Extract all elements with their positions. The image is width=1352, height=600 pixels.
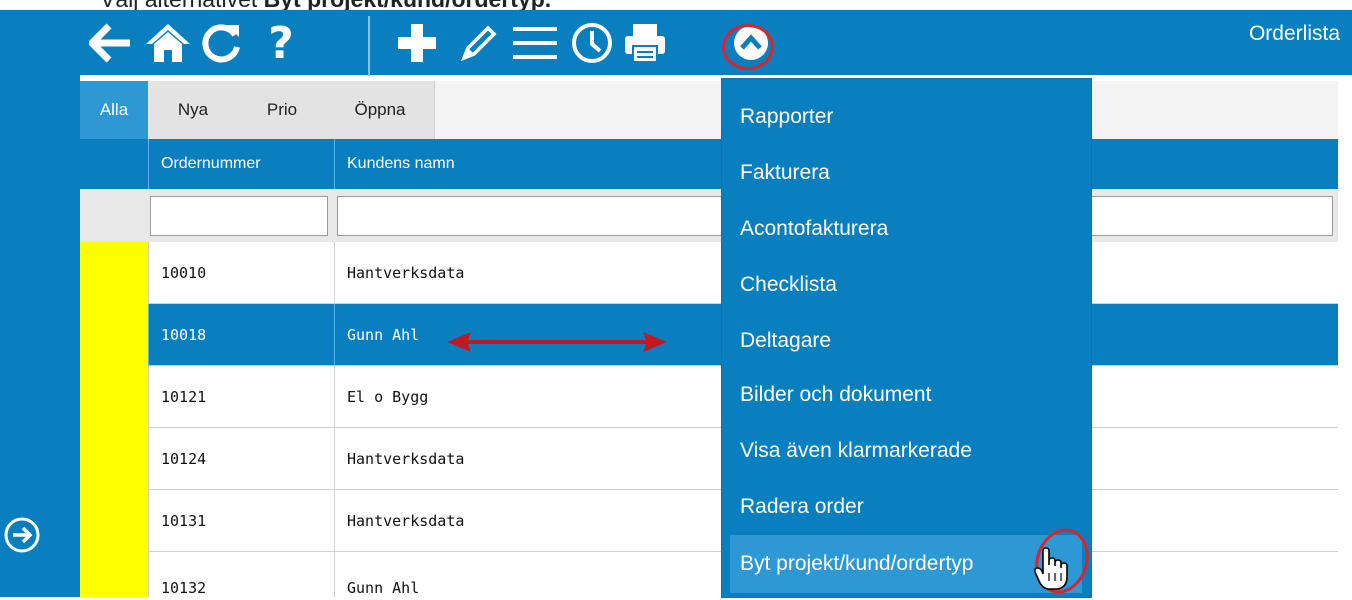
menu-item-radera-order[interactable]: Radera order: [722, 479, 1091, 535]
menu-item-acontofakturera[interactable]: Acontofakturera: [722, 201, 1091, 257]
menu-item-visa-aven-klarmarkerade[interactable]: Visa även klarmarkerade: [722, 423, 1091, 479]
toolbar: ? Orderlista: [0, 10, 1352, 76]
arrow-right-circle-icon[interactable]: [2, 515, 42, 559]
status-marker: [80, 304, 148, 366]
tab-oppna[interactable]: Öppna: [326, 81, 435, 139]
menu-item-checklista[interactable]: Checklista: [722, 257, 1091, 313]
order-number-cell: 10131: [148, 490, 334, 552]
order-number-cell: 10018: [148, 304, 334, 366]
table-row-selected[interactable]: 10018 Gunn Ahl: [80, 304, 1338, 366]
tab-prio[interactable]: Prio: [238, 81, 327, 139]
order-number-cell: 10010: [148, 242, 334, 304]
order-number-cell: 10124: [148, 428, 334, 490]
status-marker: [80, 552, 148, 597]
tab-nya[interactable]: Nya: [148, 81, 239, 139]
menu-item-deltagare[interactable]: Deltagare: [722, 313, 1091, 369]
menu-item-bilder-och-dokument[interactable]: Bilder och dokument: [722, 367, 1091, 423]
table-row[interactable]: 10131 Hantverksdata: [80, 490, 1338, 552]
menu-item-byt-projekt-kund-ordertyp[interactable]: Byt projekt/kund/ordertyp: [730, 535, 1082, 593]
annotation-circle: [722, 24, 774, 70]
filter-row: [80, 189, 1338, 242]
clock-icon[interactable]: [567, 18, 617, 68]
status-marker: [80, 242, 148, 304]
print-icon[interactable]: [620, 18, 670, 68]
hand-cursor-icon: [1034, 547, 1068, 590]
menu-item-fakturera[interactable]: Fakturera: [722, 145, 1091, 201]
instruction-caption: Välj alternativet Byt projekt/kund/order…: [100, 0, 551, 12]
tab-alla[interactable]: Alla: [80, 81, 149, 139]
back-arrow-icon[interactable]: [86, 18, 136, 68]
menu-lines-icon[interactable]: [510, 18, 560, 68]
grid-header: Ordernummer Kundens namn: [80, 139, 1338, 189]
status-marker: [80, 428, 148, 490]
annotation-double-arrow-icon: [447, 332, 667, 352]
status-marker: [80, 366, 148, 428]
refresh-icon[interactable]: [196, 18, 246, 68]
actions-dropdown-menu: Rapporter Fakturera Acontofakturera Chec…: [722, 79, 1091, 597]
order-number-cell: 10132: [148, 552, 334, 597]
menu-item-rapporter[interactable]: Rapporter: [722, 89, 1091, 145]
column-header-ordernummer[interactable]: Ordernummer: [148, 139, 334, 189]
order-number-cell: 10121: [148, 366, 334, 428]
table-row[interactable]: 10121 El o Bygg: [80, 366, 1338, 428]
tab-bar: Alla Nya Prio Öppna: [80, 81, 1338, 139]
status-marker: [80, 490, 148, 552]
toolbar-divider: [368, 16, 370, 76]
table-row[interactable]: 10132 Gunn Ahl: [80, 552, 1338, 597]
edit-pencil-icon[interactable]: [454, 18, 504, 68]
order-number-filter-input[interactable]: [150, 196, 328, 236]
table-row[interactable]: 10124 Hantverksdata: [80, 428, 1338, 490]
help-icon[interactable]: ?: [256, 18, 306, 69]
page-title: Orderlista: [1248, 22, 1340, 45]
add-icon[interactable]: [392, 18, 442, 68]
home-icon[interactable]: [143, 18, 193, 68]
table-row[interactable]: 10010 Hantverksdata: [80, 242, 1338, 304]
